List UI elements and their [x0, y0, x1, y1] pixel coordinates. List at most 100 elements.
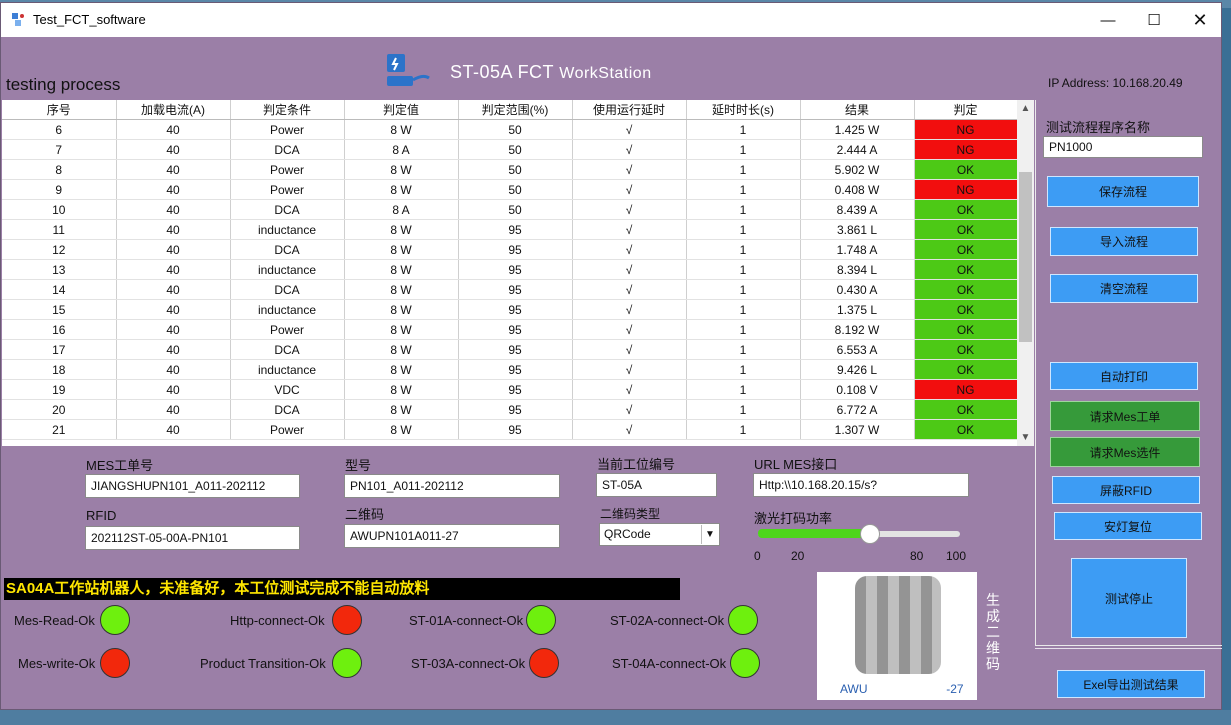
table-cell: 40: [116, 339, 231, 360]
clear-flow-button[interactable]: 清空流程: [1050, 274, 1198, 303]
qrcode-input[interactable]: [344, 524, 560, 548]
grid-scrollbar[interactable]: ▲ ▼: [1017, 100, 1034, 446]
column-header[interactable]: 延时时长(s): [686, 100, 801, 120]
generate-qrcode-button[interactable]: 生成二维码: [986, 592, 1002, 672]
block-rfid-button[interactable]: 屏蔽RFID: [1052, 476, 1200, 504]
table-cell: DCA: [230, 199, 345, 220]
stop-test-button[interactable]: 测试停止: [1071, 558, 1187, 638]
status-led: [529, 648, 559, 678]
column-header[interactable]: 判定值: [344, 100, 459, 120]
laser-power-label: 激光打码功率: [754, 511, 833, 526]
table-cell: 9: [2, 179, 117, 200]
table-row[interactable]: 9 40 Power 8 W 50 √ 1 0.408 W NG: [2, 179, 1018, 200]
table-row[interactable]: 7 40 DCA 8 A 50 √ 1 2.444 A NG: [2, 139, 1018, 160]
table-cell: inductance: [230, 219, 345, 240]
verdict-cell: OK: [914, 319, 1018, 340]
table-cell: √: [572, 259, 687, 280]
column-header[interactable]: 加载电流(A): [116, 100, 231, 120]
table-row[interactable]: 20 40 DCA 8 W 95 √ 1 6.772 A OK: [2, 399, 1018, 420]
verdict-cell: OK: [914, 419, 1018, 440]
table-cell: 8.394 L: [800, 259, 915, 280]
table-row[interactable]: 16 40 Power 8 W 95 √ 1 8.192 W OK: [2, 319, 1018, 340]
table-cell: DCA: [230, 399, 345, 420]
table-row[interactable]: 11 40 inductance 8 W 95 √ 1 3.861 L OK: [2, 219, 1018, 240]
save-flow-button[interactable]: 保存流程: [1047, 176, 1199, 207]
scroll-thumb[interactable]: [1019, 172, 1032, 342]
table-row[interactable]: 15 40 inductance 8 W 95 √ 1 1.375 L OK: [2, 299, 1018, 320]
table-cell: 40: [116, 259, 231, 280]
qrcode-image: [855, 576, 941, 674]
model-input[interactable]: [344, 474, 560, 498]
table-cell: 7: [2, 139, 117, 160]
station-number-input[interactable]: [596, 473, 717, 497]
column-header[interactable]: 序号: [2, 100, 117, 120]
verdict-cell: NG: [914, 139, 1018, 160]
column-header[interactable]: 判定范围(%): [458, 100, 573, 120]
minimize-button[interactable]: —: [1085, 3, 1131, 37]
table-cell: 50: [458, 179, 573, 200]
table-cell: 95: [458, 319, 573, 340]
slider-tick: 0: [754, 549, 761, 563]
table-row[interactable]: 6 40 Power 8 W 50 √ 1 1.425 W NG: [2, 119, 1018, 140]
table-row[interactable]: 10 40 DCA 8 A 50 √ 1 8.439 A OK: [2, 199, 1018, 220]
table-cell: 95: [458, 259, 573, 280]
verdict-cell: OK: [914, 159, 1018, 180]
column-header[interactable]: 使用运行延时: [572, 100, 687, 120]
table-row[interactable]: 21 40 Power 8 W 95 √ 1 1.307 W OK: [2, 419, 1018, 440]
column-header[interactable]: 判定条件: [230, 100, 345, 120]
import-flow-button[interactable]: 导入流程: [1050, 227, 1198, 256]
table-cell: 1: [686, 219, 801, 240]
request-mes-order-button[interactable]: 请求Mes工单: [1050, 401, 1200, 431]
url-mes-label: URL MES接口: [754, 457, 838, 472]
chevron-down-icon[interactable]: ▼: [701, 525, 718, 544]
table-cell: DCA: [230, 339, 345, 360]
table-row[interactable]: 13 40 inductance 8 W 95 √ 1 8.394 L OK: [2, 259, 1018, 280]
status-label: Http-connect-Ok: [230, 613, 325, 628]
table-cell: 12: [2, 239, 117, 260]
table-cell: 40: [116, 319, 231, 340]
table-cell: 95: [458, 399, 573, 420]
request-mes-select-button[interactable]: 请求Mes选件: [1050, 437, 1200, 467]
program-name-input[interactable]: [1043, 136, 1203, 158]
table-cell: 40: [116, 219, 231, 240]
maximize-button[interactable]: ☐: [1131, 3, 1177, 37]
safety-reset-button[interactable]: 安灯复位: [1054, 512, 1202, 540]
table-cell: 40: [116, 199, 231, 220]
table-row[interactable]: 8 40 Power 8 W 50 √ 1 5.902 W OK: [2, 159, 1018, 180]
table-row[interactable]: 14 40 DCA 8 W 95 √ 1 0.430 A OK: [2, 279, 1018, 300]
laser-power-knob[interactable]: [860, 524, 880, 544]
table-cell: √: [572, 119, 687, 140]
scroll-up-icon[interactable]: ▲: [1017, 100, 1034, 117]
qrcode-type-select[interactable]: QRCode ▼: [599, 523, 720, 546]
table-cell: 8 W: [344, 159, 459, 180]
rfid-input[interactable]: [85, 526, 300, 550]
column-header[interactable]: 判定: [914, 100, 1018, 120]
model-label: 型号: [345, 458, 372, 473]
workstation-title: ST-05A FCT WorkStation: [450, 62, 652, 83]
url-mes-input[interactable]: [753, 473, 969, 497]
column-header[interactable]: 结果: [800, 100, 915, 120]
export-results-button[interactable]: Exel导出测试结果: [1057, 670, 1205, 698]
table-cell: 1: [686, 259, 801, 280]
table-row[interactable]: 17 40 DCA 8 W 95 √ 1 6.553 A OK: [2, 339, 1018, 360]
auto-print-button[interactable]: 自动打印: [1050, 362, 1198, 390]
status-label: ST-03A-connect-Ok: [411, 656, 526, 671]
verdict-cell: NG: [914, 179, 1018, 200]
table-row[interactable]: 19 40 VDC 8 W 95 √ 1 0.108 V NG: [2, 379, 1018, 400]
table-cell: 40: [116, 119, 231, 140]
status-led: [728, 605, 758, 635]
table-cell: √: [572, 379, 687, 400]
table-cell: 8 W: [344, 359, 459, 380]
laser-power-fill: [758, 529, 869, 538]
table-row[interactable]: 12 40 DCA 8 W 95 √ 1 1.748 A OK: [2, 239, 1018, 260]
mes-order-input[interactable]: [85, 474, 300, 498]
test-steps-grid[interactable]: 序号 加载电流(A) 判定条件 判定值 判定范围(%) 使用运行延时 延时时长(s) 结果 判定…: [2, 100, 1034, 446]
table-cell: √: [572, 199, 687, 220]
table-cell: Power: [230, 179, 345, 200]
table-cell: 1.375 L: [800, 299, 915, 320]
table-row[interactable]: 18 40 inductance 8 W 95 √ 1 9.426 L OK: [2, 359, 1018, 380]
close-button[interactable]: ✕: [1177, 3, 1223, 37]
table-cell: 8 W: [344, 419, 459, 440]
table-cell: 1: [686, 139, 801, 160]
scroll-down-icon[interactable]: ▼: [1017, 429, 1034, 446]
